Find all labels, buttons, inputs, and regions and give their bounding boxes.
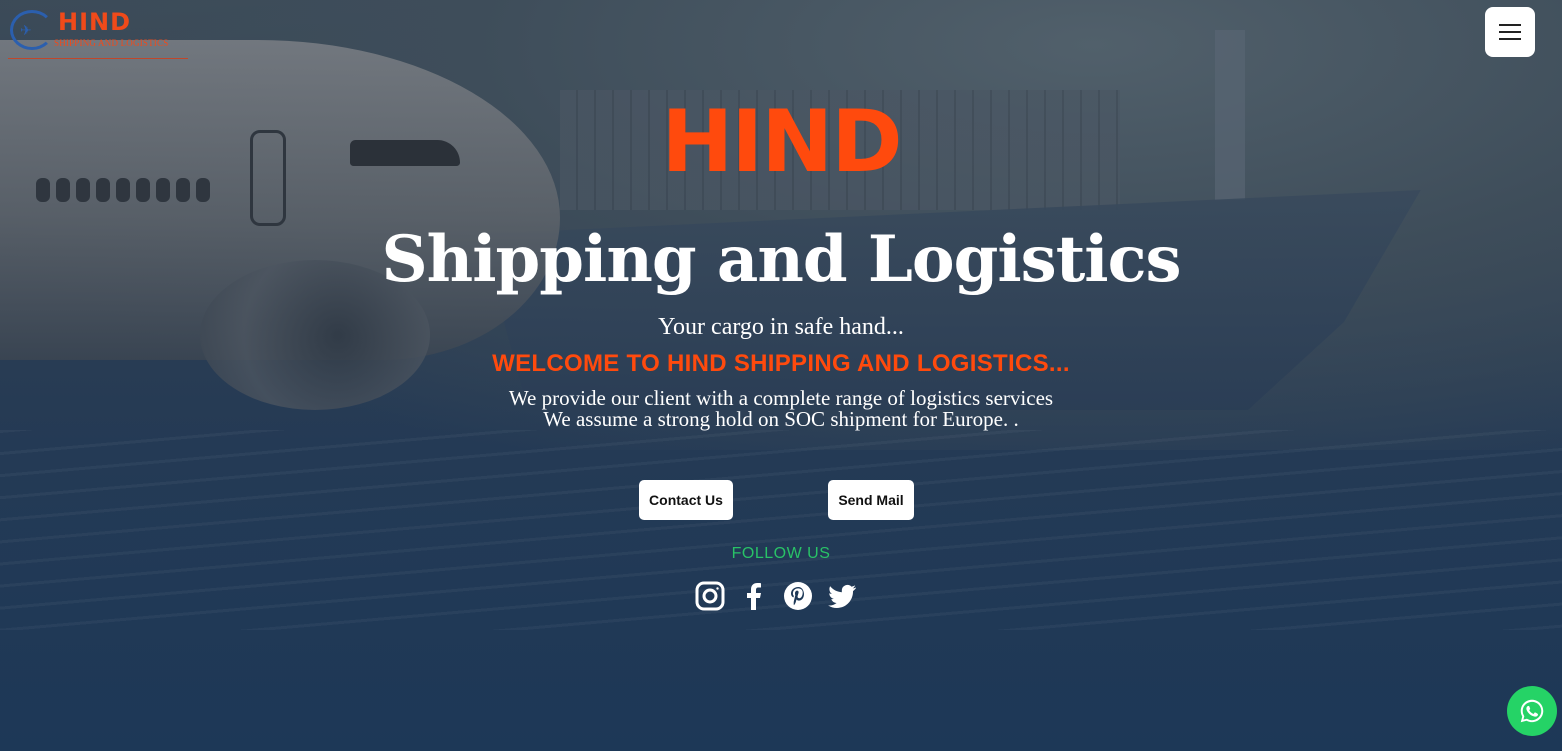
- hero-description: We provide our client with a complete ra…: [0, 388, 1562, 430]
- hero-tagline: Your cargo in safe hand...: [658, 314, 904, 340]
- runway: [0, 430, 1562, 630]
- follow-us-label: FOLLOW US: [731, 545, 831, 562]
- pinterest-icon[interactable]: [782, 580, 814, 612]
- description-line: We provide our client with a complete ra…: [508, 386, 1054, 410]
- hero-headline: Shipping and Logistics: [381, 222, 1181, 297]
- contact-us-button[interactable]: Contact Us: [639, 480, 733, 520]
- facebook-icon[interactable]: [738, 580, 770, 612]
- site-logo[interactable]: ✈ HIND SHIPPING AND LOGISTICS: [8, 8, 190, 64]
- logo-divider: [8, 58, 188, 59]
- logo-subtitle: SHIPPING AND LOGISTICS: [54, 38, 169, 48]
- logo-globe-icon: [10, 10, 54, 50]
- send-mail-button[interactable]: Send Mail: [828, 480, 914, 520]
- welcome-text: WELCOME TO HIND SHIPPING AND LOGISTICS..…: [492, 350, 1070, 377]
- instagram-icon[interactable]: [694, 580, 726, 612]
- logo-plane-icon: ✈: [20, 22, 32, 38]
- description-line: We assume a strong hold on SOC shipment …: [543, 407, 1019, 431]
- whatsapp-icon: [1520, 699, 1544, 723]
- twitter-icon[interactable]: [826, 580, 858, 612]
- whatsapp-button[interactable]: [1507, 686, 1557, 736]
- logo-title: HIND: [58, 8, 132, 36]
- hero-brand: HIND: [661, 92, 902, 192]
- menu-button[interactable]: [1485, 7, 1535, 57]
- hamburger-icon: [1499, 24, 1521, 40]
